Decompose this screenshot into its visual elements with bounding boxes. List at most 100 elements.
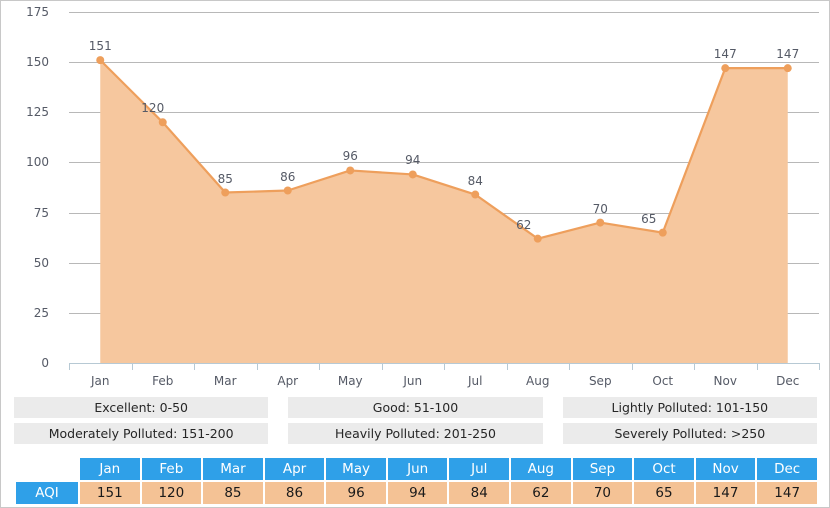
series-area-line [96, 56, 792, 363]
x-axis-tick [694, 363, 695, 370]
table-cell-apr[interactable]: 86 [264, 482, 325, 504]
table-cell-mar[interactable]: 85 [203, 482, 263, 504]
data-point-marker[interactable] [533, 234, 542, 243]
y-axis-tick-label: 100 [26, 155, 49, 170]
table-cell-dec[interactable]: 147 [757, 482, 817, 504]
data-point-marker[interactable] [221, 188, 230, 197]
table-cell-oct[interactable]: 65 [634, 482, 694, 504]
y-axis-tick-label: 175 [26, 5, 49, 19]
data-point-marker[interactable] [408, 170, 417, 179]
x-axis-tick [444, 363, 445, 370]
table-cell-feb[interactable]: 120 [141, 482, 202, 504]
table-column-header-jan[interactable]: Jan [80, 458, 140, 480]
legend-item-lightly-polluted[interactable]: Lightly Polluted: 101-150 [562, 397, 817, 418]
table-column-header-jun[interactable]: Jun [387, 458, 448, 480]
y-axis-tick-label: 125 [26, 105, 49, 120]
x-axis-tick [319, 363, 320, 370]
x-axis-tick [569, 363, 570, 370]
y-axis-tick-label: 0 [41, 356, 49, 370]
table-cell-aug[interactable]: 62 [511, 482, 571, 504]
x-axis-tick [131, 363, 133, 370]
data-point-marker[interactable] [158, 118, 167, 127]
x-axis-tick [194, 363, 195, 370]
legend-item-good[interactable]: Good: 51-100 [288, 397, 543, 418]
x-axis-tick [381, 363, 383, 370]
table-column-header-feb[interactable]: Feb [141, 458, 202, 480]
data-point-value-label: 147 [776, 47, 800, 62]
x-axis-label-jun: Jun [403, 374, 423, 388]
data-point-marker[interactable] [721, 64, 730, 73]
table-column-header-jul[interactable]: Jul [449, 458, 510, 480]
x-axis-label-jul: Jul [468, 374, 483, 388]
data-point-value-label: 62 [516, 217, 532, 232]
data-point-value-label: 120 [141, 101, 165, 116]
x-axis-label-apr: Apr [277, 374, 299, 388]
x-axis-tick [69, 363, 70, 370]
x-axis-tick [819, 363, 820, 370]
y-axis-tick-label: 75 [33, 205, 49, 220]
x-axis-label-aug: Aug [526, 374, 550, 388]
aqi-area-chart-page: 0 25 50 75 100 125 150 175 Jan Feb Mar Apr May Jun Ju… [0, 0, 830, 508]
x-axis-label-sep: Sep [588, 374, 612, 388]
legend-item-severely-polluted[interactable]: Severely Polluted: >250 [562, 423, 817, 444]
table-column-header-dec[interactable]: Dec [757, 458, 817, 480]
y-axis-tick-label: 50 [33, 255, 49, 270]
table-column-header-sep[interactable]: Sep [572, 458, 633, 480]
data-point-value-label: 86 [280, 169, 296, 184]
x-axis-label-jan: Jan [91, 374, 110, 388]
x-axis-tick [256, 363, 258, 370]
x-axis-tick [506, 363, 508, 370]
legend-item-heavily-polluted[interactable]: Heavily Polluted: 201-250 [288, 423, 543, 444]
table-row: AQI 151 120 85 86 96 94 84 62 70 65 147 147 [16, 482, 817, 504]
chart-canvas: 0 25 50 75 100 125 150 175 Jan Feb Mar Apr May Jun Ju… [1, 1, 829, 391]
data-point-value-label: 65 [641, 211, 657, 226]
table-column-header-mar[interactable]: Mar [203, 458, 263, 480]
x-axis-tick [631, 363, 633, 370]
y-axis-tick-label: 25 [33, 305, 49, 320]
table-column-header-may[interactable]: May [326, 458, 386, 480]
legend-row-top: Excellent: 0-50 Good: 51-100 Lightly Pol… [14, 397, 817, 418]
data-point-marker[interactable] [783, 64, 792, 73]
table-column-header-aug[interactable]: Aug [511, 458, 571, 480]
aqi-category-legend: Excellent: 0-50 Good: 51-100 Lightly Pol… [14, 397, 817, 449]
table-cell-nov[interactable]: 147 [695, 482, 756, 504]
legend-row-bottom: Moderately Polluted: 151-200 Heavily Pol… [14, 423, 817, 444]
table-row-header-aqi: AQI [16, 482, 78, 504]
data-point-value-label: 70 [592, 201, 608, 216]
aqi-data-table: Jan Feb Mar Apr May Jun Jul Aug Sep Oct Nov Dec AQI… [14, 456, 819, 506]
data-point-marker[interactable] [96, 56, 105, 65]
data-point-value-label: 84 [467, 173, 483, 188]
table-corner-cell [16, 458, 78, 480]
table-header-row: Jan Feb Mar Apr May Jun Jul Aug Sep Oct Nov Dec [16, 458, 817, 480]
table-cell-jan[interactable]: 151 [80, 482, 140, 504]
x-axis-tick [756, 363, 758, 370]
data-point-marker[interactable] [471, 190, 480, 199]
x-axis-label-oct: Oct [652, 374, 674, 388]
data-point-marker[interactable] [596, 218, 605, 227]
x-axis-label-nov: Nov [713, 374, 737, 388]
legend-item-excellent[interactable]: Excellent: 0-50 [14, 397, 269, 418]
x-axis-label-feb: Feb [152, 374, 174, 388]
table-cell-sep[interactable]: 70 [572, 482, 633, 504]
data-point-value-label: 94 [405, 153, 421, 168]
data-point-value-label: 147 [713, 47, 737, 62]
data-point-value-label: 85 [217, 171, 233, 186]
plot-area: 0 25 50 75 100 125 150 175 Jan Feb Mar Apr May Jun Ju… [26, 6, 820, 388]
data-point-marker[interactable] [658, 228, 667, 237]
table-cell-may[interactable]: 96 [326, 482, 386, 504]
table-cell-jun[interactable]: 94 [387, 482, 448, 504]
data-point-marker[interactable] [346, 166, 355, 175]
table-column-header-apr[interactable]: Apr [264, 458, 325, 480]
legend-item-moderately-polluted[interactable]: Moderately Polluted: 151-200 [14, 423, 269, 444]
table-cell-jul[interactable]: 84 [449, 482, 510, 504]
y-axis-tick-label: 150 [26, 55, 49, 70]
table-column-header-nov[interactable]: Nov [695, 458, 756, 480]
data-point-marker[interactable] [283, 186, 292, 195]
data-point-value-label: 151 [88, 39, 112, 54]
x-axis-label-dec: Dec [776, 374, 800, 388]
x-axis-label-may: May [337, 374, 363, 388]
area-fill-path [100, 60, 788, 363]
x-axis-label-mar: Mar [213, 374, 237, 388]
table-column-header-oct[interactable]: Oct [634, 458, 694, 480]
data-point-value-label: 96 [342, 149, 358, 164]
